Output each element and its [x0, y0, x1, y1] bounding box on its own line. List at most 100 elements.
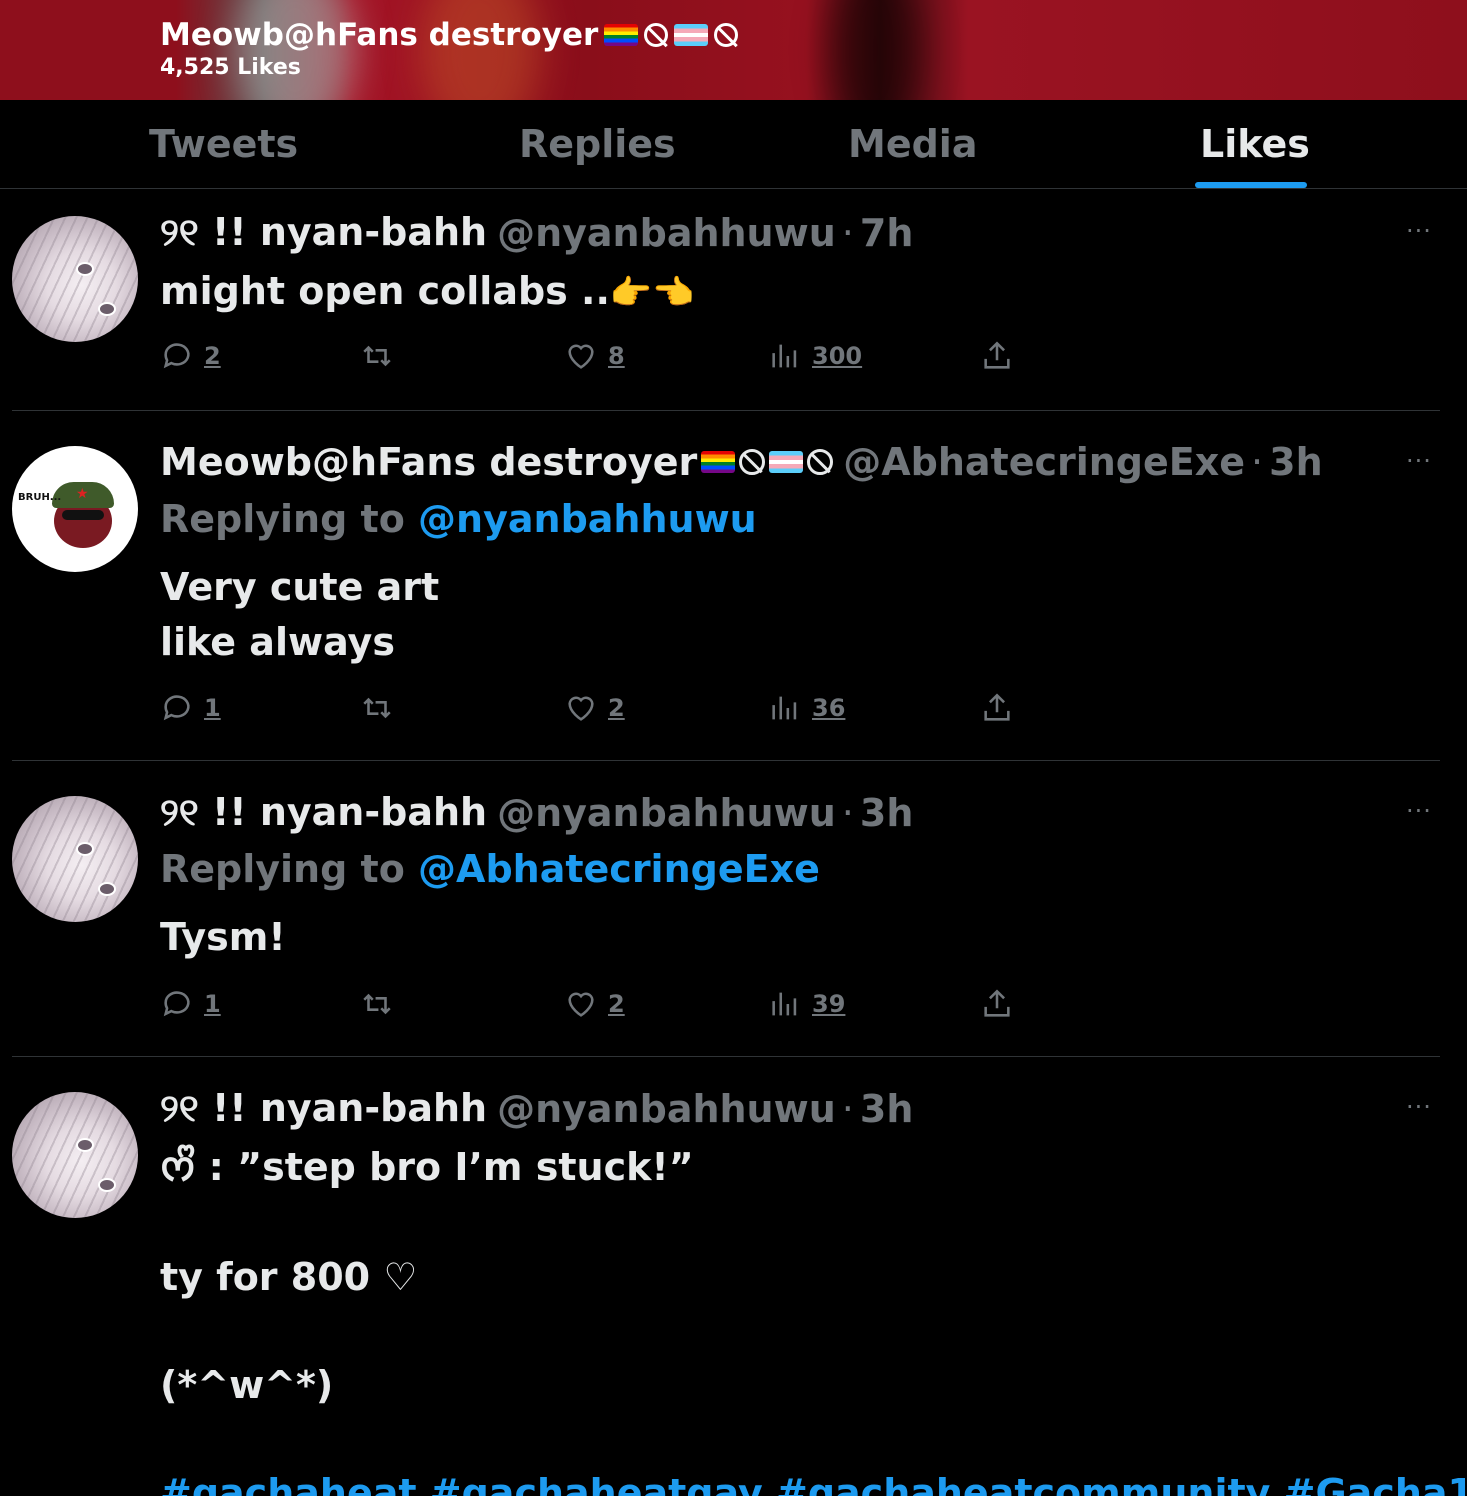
avatar-eye [98, 1178, 116, 1192]
views-count: 300 [812, 342, 863, 370]
transgender-flag-icon [674, 24, 709, 46]
share-button[interactable] [980, 339, 1014, 373]
retweet-button[interactable] [360, 339, 394, 373]
reply-icon [163, 695, 190, 721]
avatar[interactable] [12, 796, 138, 922]
prohibited-icon [807, 449, 834, 475]
views-count: 36 [812, 694, 846, 722]
tweet-hashtags[interactable]: #gachaheat #gachaheatgay #gachaheatcommu… [160, 1465, 1467, 1496]
profile-header-banner: Meowb@hFans destroyer 4,525 Likes [0, 0, 1467, 100]
tweet-text-line: Very cute art [160, 565, 440, 609]
retweet-button[interactable] [360, 691, 394, 725]
tab-replies[interactable]: Replies [519, 122, 676, 166]
tweet-text-line: (*^w^*) [160, 1363, 334, 1407]
like-count: 2 [608, 694, 625, 722]
tab-media[interactable]: Media [848, 122, 977, 166]
like-button[interactable]: 2 [564, 691, 625, 725]
tab-tweets[interactable]: Tweets [149, 122, 298, 166]
replying-to-prefix: Replying to [160, 847, 405, 891]
tweet-divider [12, 760, 1440, 761]
retweet-icon [363, 345, 391, 367]
rainbow-flag-icon [604, 24, 639, 46]
like-button[interactable]: 2 [564, 987, 625, 1021]
reply-button[interactable]: 1 [160, 987, 221, 1021]
avatar-star: ★ [76, 486, 89, 502]
likes-count: 4,525 Likes [160, 55, 301, 80]
replying-to: Replying to @AbhatecringeExe [160, 847, 820, 891]
author-handle[interactable]: @nyanbahhuwu [497, 1087, 836, 1131]
tab-likes[interactable]: Likes [1200, 122, 1310, 166]
retweet-button[interactable] [360, 987, 394, 1021]
author-name[interactable]: ୨୧ !! nyan-bahh [160, 210, 487, 255]
separator-dot: · [841, 790, 854, 835]
tweet-text-line: ᰔᩚ : ”step bro I’m stuck!” [160, 1145, 694, 1189]
replying-to-link[interactable]: @AbhatecringeExe [418, 847, 820, 891]
prohibited-icon [714, 23, 739, 47]
share-icon [984, 989, 1010, 1017]
reply-count: 2 [204, 342, 221, 370]
tweet-header: Meowb@hFans destroyer @AbhatecringeExe ·… [160, 440, 1323, 484]
tweet-actions: 1 2 39 [160, 987, 1040, 1021]
author-name[interactable]: ୨୧ !! nyan-bahh [160, 790, 487, 835]
more-options-icon[interactable]: ··· [1406, 1093, 1432, 1121]
tweet-text-line: Tysm! [160, 915, 286, 959]
replying-to-link[interactable]: @nyanbahhuwu [418, 497, 757, 541]
author-handle[interactable]: @nyanbahhuwu [497, 211, 836, 255]
retweet-icon [363, 993, 391, 1015]
avatar-eye [76, 1138, 94, 1152]
avatar[interactable]: ★ BRUH... [12, 446, 138, 572]
share-icon [984, 341, 1010, 369]
share-icon [984, 693, 1010, 721]
tweet-time[interactable]: 3h [860, 791, 914, 835]
share-button[interactable] [980, 691, 1014, 725]
more-options-icon[interactable]: ··· [1406, 447, 1432, 475]
tweet-header: ୨୧ !! nyan-bahh @nyanbahhuwu · 7h [160, 210, 913, 255]
tweet-divider [12, 410, 1440, 411]
replying-to: Replying to @nyanbahhuwu [160, 497, 757, 541]
separator-dot: · [841, 1086, 854, 1131]
author-handle[interactable]: @nyanbahhuwu [497, 791, 836, 835]
tweet-header: ୨୧ !! nyan-bahh @nyanbahhuwu · 3h [160, 1086, 913, 1131]
author-name-text: Meowb@hFans destroyer [160, 440, 698, 484]
views-button[interactable]: 39 [768, 987, 845, 1021]
avatar-caption: BRUH... [18, 492, 62, 503]
prohibited-icon [739, 449, 766, 475]
retweet-icon [363, 697, 391, 719]
avatar-hair [12, 216, 138, 342]
pointing-fingers-emoji: 👉👈 [609, 273, 695, 313]
views-button[interactable]: 300 [768, 339, 862, 373]
tweet-time[interactable]: 3h [860, 1087, 914, 1131]
tweet-time[interactable]: 3h [1269, 440, 1323, 484]
separator-dot: · [1251, 440, 1264, 484]
reply-button[interactable]: 2 [160, 339, 221, 373]
transgender-flag-icon [769, 451, 804, 473]
like-count: 2 [608, 990, 625, 1018]
views-count: 39 [812, 990, 846, 1018]
reply-icon [163, 343, 190, 369]
tweet-text-body: might open collabs .. [160, 269, 610, 313]
reply-count: 1 [204, 990, 221, 1018]
avatar-eye [98, 882, 116, 896]
reply-button[interactable]: 1 [160, 691, 221, 725]
avatar[interactable] [12, 216, 138, 342]
separator-dot: · [841, 210, 854, 255]
author-name[interactable]: ୨୧ !! nyan-bahh [160, 1086, 487, 1131]
avatar[interactable] [12, 1092, 138, 1218]
more-options-icon[interactable]: ··· [1406, 797, 1432, 825]
tweet-actions: 2 8 300 [160, 339, 1040, 373]
prohibited-icon [644, 23, 669, 47]
avatar-hair [12, 1092, 138, 1218]
tweet-divider [12, 1056, 1440, 1057]
reply-icon [163, 991, 190, 1017]
heart-icon [568, 696, 594, 721]
like-button[interactable]: 8 [564, 339, 625, 373]
author-handle[interactable]: @AbhatecringeExe [843, 440, 1245, 484]
tweet-text: might open collabs ..👉👈 [160, 263, 695, 321]
share-button[interactable] [980, 987, 1014, 1021]
more-options-icon[interactable]: ··· [1406, 217, 1432, 245]
active-tab-indicator [1195, 182, 1307, 188]
tweet-time[interactable]: 7h [860, 211, 914, 255]
author-name[interactable]: Meowb@hFans destroyer [160, 440, 834, 484]
views-button[interactable]: 36 [768, 691, 845, 725]
avatar-eye [98, 302, 116, 316]
